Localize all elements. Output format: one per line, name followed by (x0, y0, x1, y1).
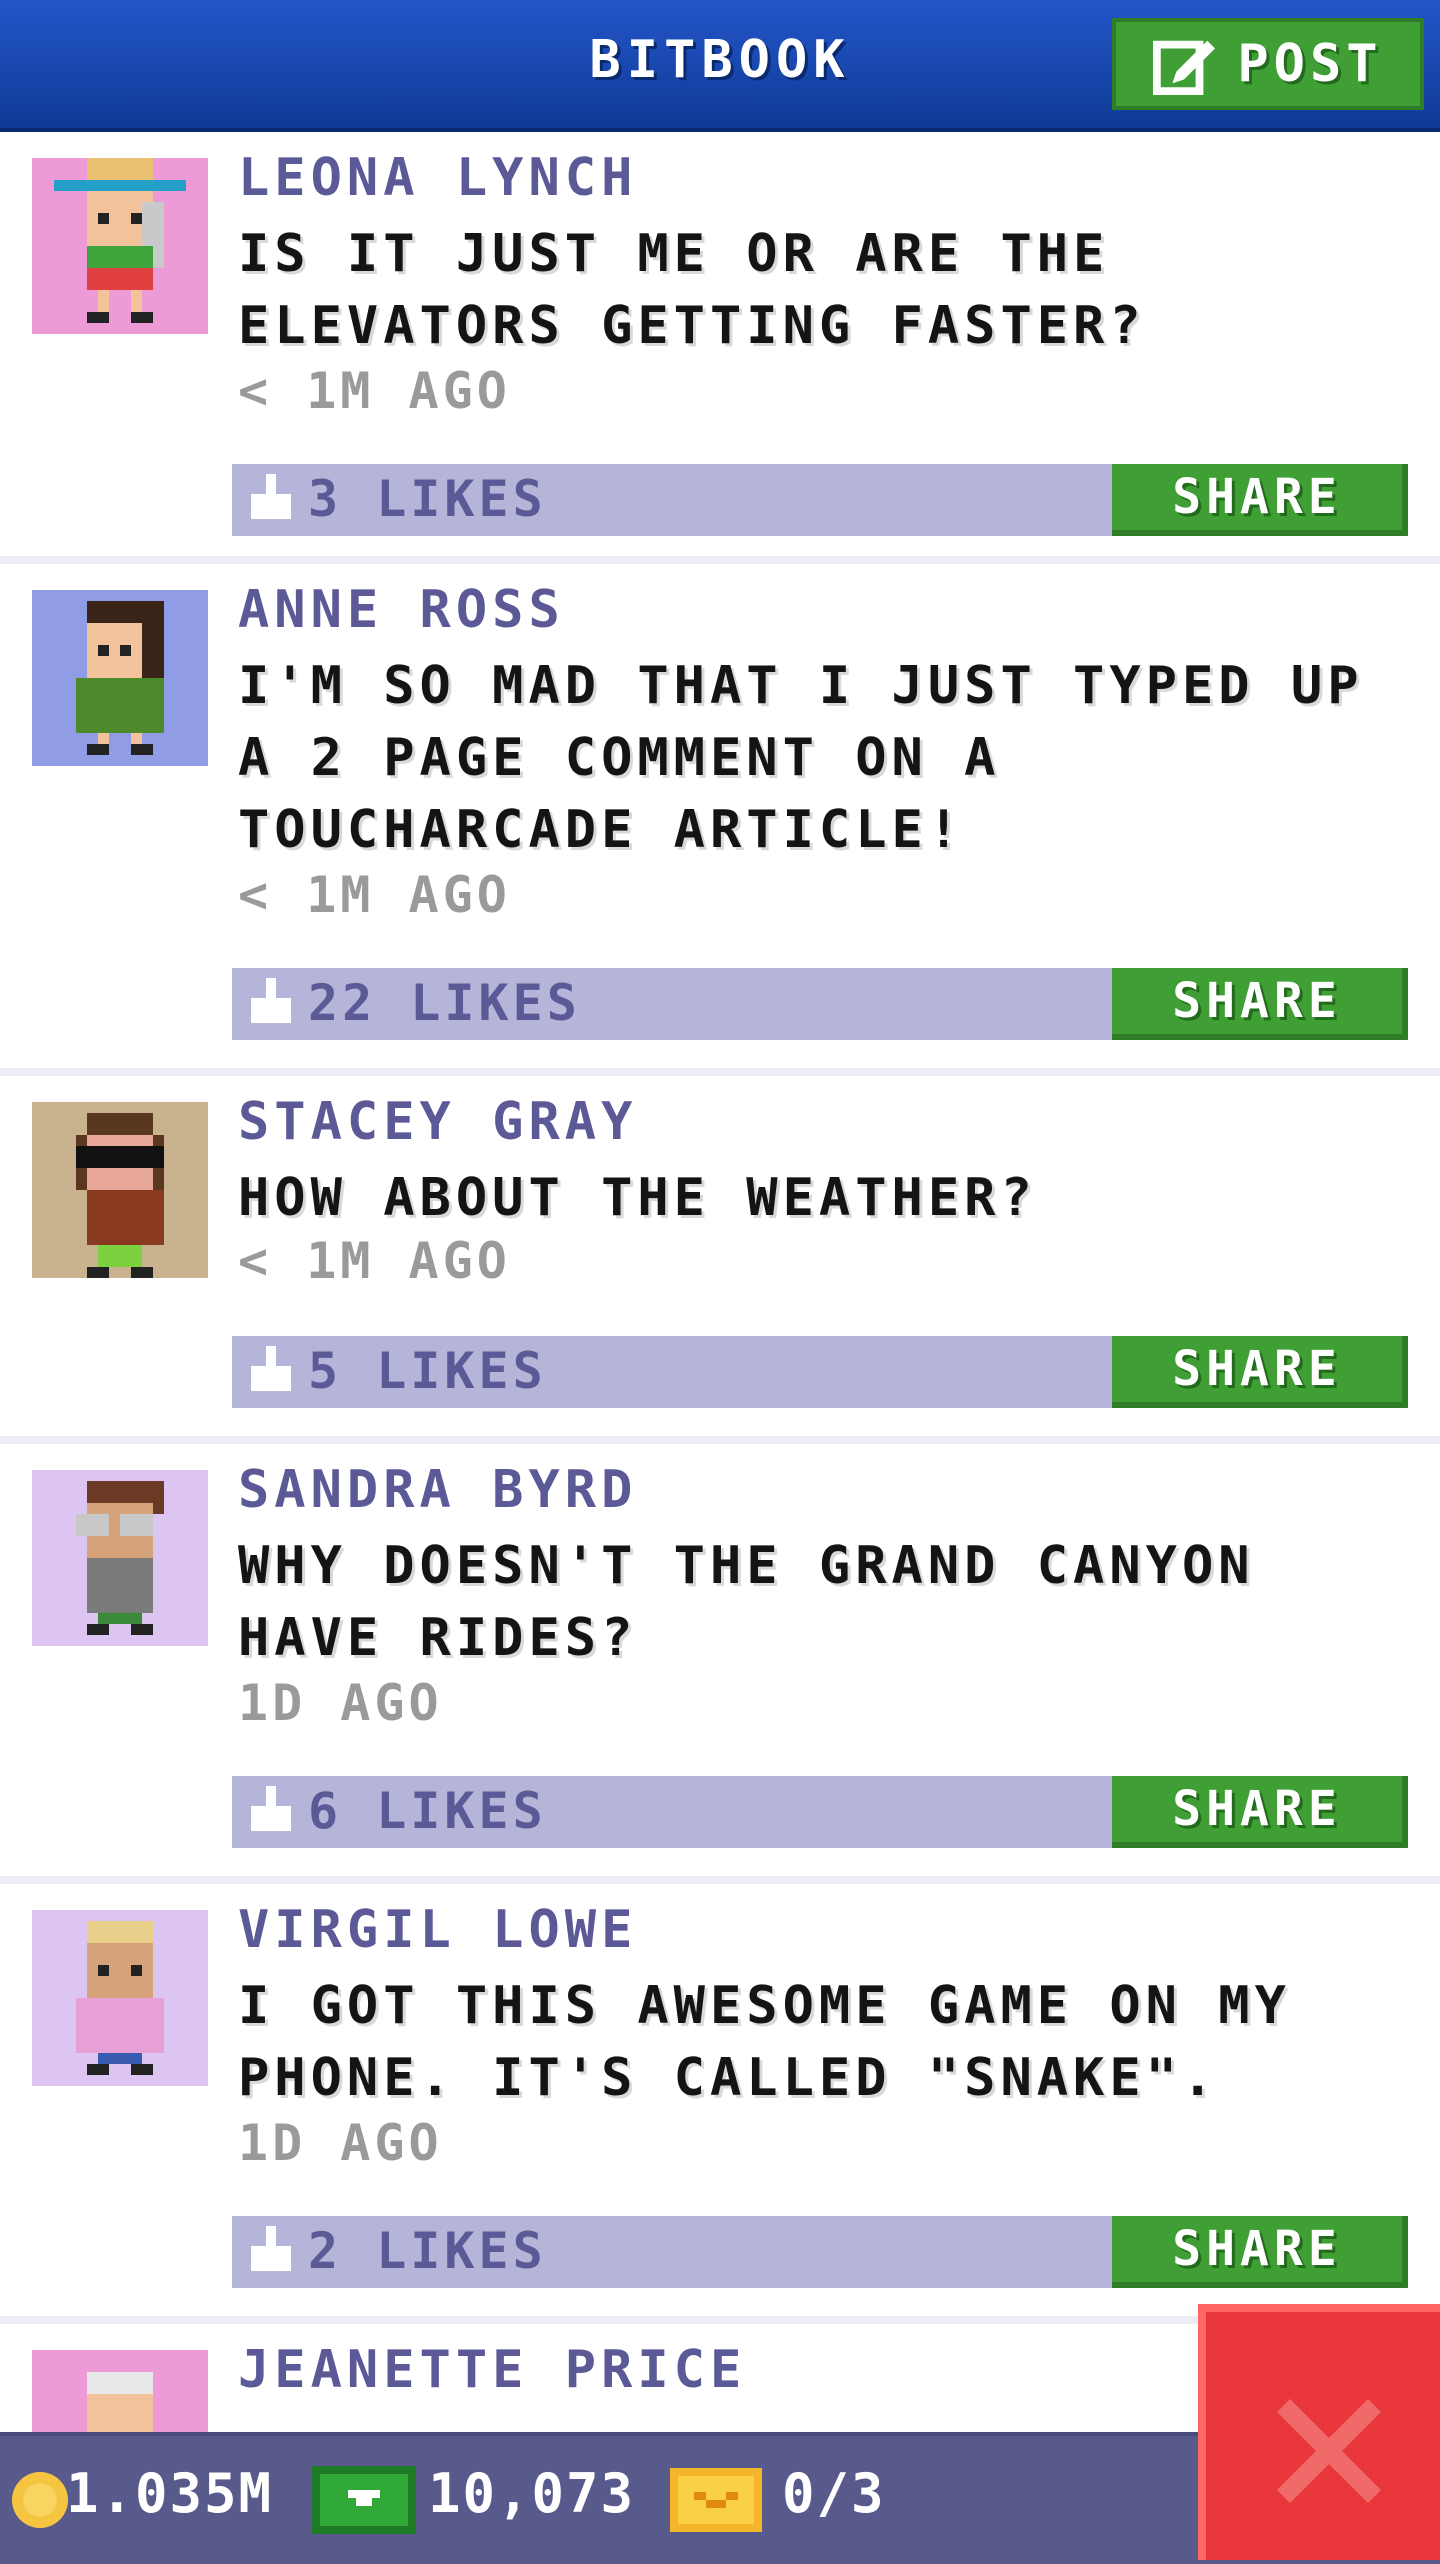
post-button[interactable]: POST (1112, 18, 1424, 110)
post-time: < 1M AGO (238, 866, 511, 924)
post-card: SANDRA BYRD WHY DOESN'T THE GRAND CANYON… (0, 1444, 1440, 1884)
avatar (32, 1470, 208, 1646)
post-message: IS IT JUST ME OR ARE THE ELEVATORS GETTI… (238, 224, 1146, 356)
avatar (32, 1910, 208, 2086)
avatar (32, 590, 208, 766)
thumbs-up-icon (251, 2226, 291, 2271)
close-icon (1277, 2399, 1381, 2503)
share-button[interactable]: SHARE (1112, 2216, 1408, 2288)
post-message: HOW ABOUT THE WEATHER? (238, 1168, 1037, 1228)
post-message: WHY DOESN'T THE GRAND CANYON HAVE RIDES? (238, 1536, 1255, 1668)
thumbs-up-icon (251, 1346, 291, 1391)
coin-icon (12, 2472, 68, 2528)
post-button-label: POST (1237, 34, 1383, 94)
post-card: VIRGIL LOWE I GOT THIS AWESOME GAME ON M… (0, 1884, 1440, 2324)
poster-name: LEONA LYNCH (238, 148, 638, 208)
likes-bar[interactable]: 3 LIKES SHARE (232, 464, 1408, 536)
post-time: < 1M AGO (238, 1232, 511, 1290)
poster-name: SANDRA BYRD (238, 1460, 638, 1520)
likes-count: 6 LIKES (308, 1782, 547, 1840)
likes-bar[interactable]: 6 LIKES SHARE (232, 1776, 1408, 1848)
share-button[interactable]: SHARE (1112, 1776, 1408, 1848)
likes-bar[interactable]: 22 LIKES SHARE (232, 968, 1408, 1040)
ticket-icon (670, 2468, 762, 2532)
post-time: < 1M AGO (238, 362, 511, 420)
post-message: I GOT THIS AWESOME GAME ON MY PHONE. IT'… (238, 1976, 1291, 2108)
close-button[interactable] (1198, 2304, 1440, 2560)
post-message: I'M SO MAD THAT I JUST TYPED UP A 2 PAGE… (238, 656, 1364, 860)
compose-icon (1153, 40, 1216, 95)
post-card: LEONA LYNCH IS IT JUST ME OR ARE THE ELE… (0, 132, 1440, 564)
top-bar: BITBOOK POST (0, 0, 1440, 132)
post-time: 1D AGO (238, 1674, 443, 1732)
avatar (32, 158, 208, 334)
poster-name: VIRGIL LOWE (238, 1900, 638, 1960)
post-feed[interactable]: LEONA LYNCH IS IT JUST ME OR ARE THE ELE… (0, 132, 1440, 2526)
thumbs-up-icon (251, 474, 291, 519)
share-button[interactable]: SHARE (1112, 968, 1408, 1040)
post-time: 1D AGO (238, 2114, 443, 2172)
post-card: STACEY GRAY HOW ABOUT THE WEATHER? < 1M … (0, 1076, 1440, 1444)
likes-count: 22 LIKES (308, 974, 581, 1032)
avatar (32, 1102, 208, 1278)
tower-bux-count: 10,073 (428, 2462, 636, 2525)
poster-name: JEANETTE PRICE (238, 2340, 747, 2400)
likes-count: 2 LIKES (308, 2222, 547, 2280)
likes-count: 3 LIKES (308, 470, 547, 528)
share-button[interactable]: SHARE (1112, 464, 1408, 536)
post-card: ANNE ROSS I'M SO MAD THAT I JUST TYPED U… (0, 564, 1440, 1076)
share-button[interactable]: SHARE (1112, 1336, 1408, 1408)
poster-name: STACEY GRAY (238, 1092, 638, 1152)
poster-name: ANNE ROSS (238, 580, 565, 640)
ticket-count: 0/3 (782, 2462, 886, 2525)
coin-count: 1.035M (66, 2462, 274, 2525)
likes-count: 5 LIKES (308, 1342, 547, 1400)
thumbs-up-icon (251, 1786, 291, 1831)
thumbs-up-icon (251, 978, 291, 1023)
tower-bux-icon (312, 2466, 416, 2534)
likes-bar[interactable]: 2 LIKES SHARE (232, 2216, 1408, 2288)
likes-bar[interactable]: 5 LIKES SHARE (232, 1336, 1408, 1408)
